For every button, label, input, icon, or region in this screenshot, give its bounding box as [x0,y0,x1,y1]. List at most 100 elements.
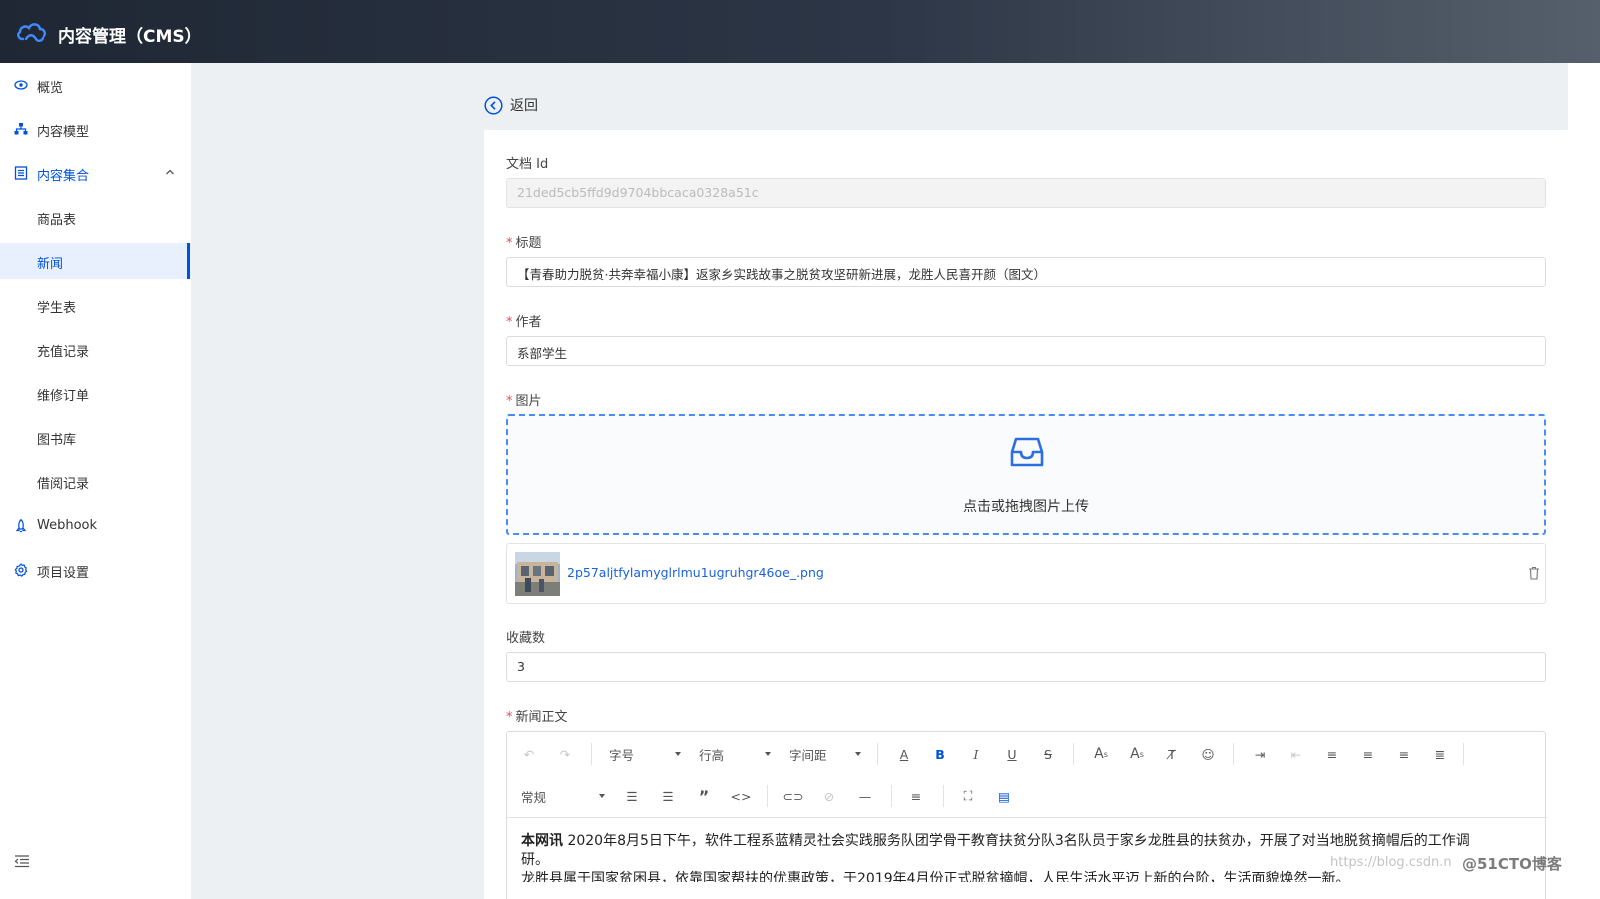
sidebar-item-webhook[interactable]: Webhook [0,508,192,544]
toolbar-separator [877,743,878,765]
toolbar-separator [891,785,892,807]
collapse-sidebar-icon[interactable] [14,854,30,868]
delete-icon[interactable] [1528,566,1540,580]
caret-down-icon [599,794,605,798]
sidebar-item-label: 概览 [37,81,64,96]
clear-format-icon[interactable]: T̸ [1163,744,1181,764]
back-label: 返回 [510,98,538,114]
rich-text-editor: ↶ ↷ 字号 行高 字间距 A B I U S As As T̸ ☺ ⇥ ⇤ ≡… [506,731,1547,899]
bold-icon[interactable]: B [931,744,949,764]
toolbar-separator [1073,743,1074,765]
sidebar-item-borrow-records[interactable]: 借阅记录 [0,463,192,499]
redo-icon[interactable]: ↷ [557,744,573,764]
undo-icon[interactable]: ↶ [521,744,537,764]
sidebar-item-label: 维修订单 [37,389,90,404]
sidebar-item-overview[interactable]: 概览 [0,67,192,103]
unlink-icon[interactable]: ⊘ [819,786,839,806]
list-icon [14,166,28,180]
app-title: 内容管理（CMS） [58,27,202,47]
font-color-icon[interactable]: A [895,744,913,764]
toolbar-separator [943,785,944,807]
align-left-icon[interactable]: ≡ [1323,744,1341,764]
sidebar-item-repair-orders[interactable]: 维修订单 [0,375,192,411]
quote-icon[interactable]: ” [695,786,713,806]
back-button[interactable]: 返回 [484,95,538,115]
sidebar-item-news[interactable]: 新闻 [0,243,192,279]
link-icon[interactable]: ⊂⊃ [783,786,804,806]
gear-icon [14,563,28,577]
bullet-list-icon[interactable]: ☰ [623,786,641,806]
sidebar-item-recharge[interactable]: 充值记录 [0,331,192,367]
sidebar-item-label: 学生表 [37,301,77,316]
sidebar-item-label: Webhook [37,518,98,533]
letter-spacing-dropdown[interactable]: 字间距 [789,744,861,764]
favorites-label: 收藏数 [506,631,546,646]
body-label: * 新闻正文 [506,710,568,725]
superscript-icon[interactable]: As [1091,744,1111,764]
underline-icon[interactable]: U [1003,744,1021,764]
uploaded-file-row: 2p57aljtfylamyglrlmu1ugruhgr46oe_.png [506,543,1546,604]
cloud-logo-icon [17,23,46,42]
html-view-icon[interactable]: ▤ [995,786,1013,806]
top-bar: 内容管理（CMS） [0,0,1600,63]
emoji-icon[interactable]: ☺ [1199,744,1217,764]
image-upload-dropzone[interactable]: 点击或拖拽图片上传 [506,414,1546,535]
article-paragraph-2: 龙胜县属于国家贫困县，依靠国家帮扶的优惠政策，于2019年4月份正式脱贫摘帽，人… [521,871,1350,882]
caret-down-icon [675,752,681,756]
sidebar-item-label: 商品表 [37,213,77,228]
text-wrap-icon[interactable]: ≡ [907,786,925,806]
toolbar-separator [591,743,592,765]
subscript-icon[interactable]: As [1127,744,1147,764]
sidebar-item-project-settings[interactable]: 项目设置 [0,552,192,588]
indent-icon[interactable]: ⇥ [1251,744,1269,764]
doc-id-label: 文档 Id [506,157,549,172]
align-right-icon[interactable]: ≡ [1395,744,1413,764]
title-field[interactable]: 【青春助力脱贫·共奔幸福小康】返家乡实践故事之脱贫攻坚研新进展，龙胜人民喜开颜（… [506,257,1546,287]
watermark-url: https://blog.csdn.n [1330,855,1452,870]
rocket-icon [15,519,27,533]
required-mark: * [506,710,513,725]
favorites-field[interactable]: 3 [506,652,1546,682]
sidebar-item-content-collection[interactable]: 内容集合 [0,155,192,191]
editor-toolbar-row-2: 常规 ☰ ☰ ” <> ⊂⊃ ⊘ — ≡ ⛶ ▤ [507,774,1547,816]
doc-id-field: 21ded5cb5ffd9d9704bbcaca0328a51c [506,178,1546,208]
watermark-brand: @51CTO博客 [1462,855,1562,873]
image-thumbnail[interactable] [515,552,560,596]
chevron-up-icon[interactable] [164,166,176,178]
paragraph-style-dropdown[interactable]: 常规 [521,786,605,806]
author-field[interactable]: 系部学生 [506,336,1546,366]
sidebar-item-label: 借阅记录 [37,477,90,492]
title-label: * 标题 [506,236,542,251]
outdent-icon[interactable]: ⇤ [1287,744,1305,764]
code-icon[interactable]: <> [731,786,752,806]
align-justify-icon[interactable]: ≣ [1431,744,1449,764]
toolbar-separator [767,785,768,807]
sidebar: 概览 内容模型 内容集合 商品表 新闻 学生表 充值记录 维修订单 图书库 借阅… [0,63,192,899]
fullscreen-icon[interactable]: ⛶ [959,786,977,806]
required-mark: * [506,315,513,330]
align-center-icon[interactable]: ≡ [1359,744,1377,764]
uploaded-file-name[interactable]: 2p57aljtfylamyglrlmu1ugruhgr46oe_.png [567,565,824,580]
toolbar-divider [507,817,1547,818]
sidebar-item-students[interactable]: 学生表 [0,287,192,323]
article-paragraph-1: 2020年8月5日下午，软件工程系蓝精灵社会实践服务队团学骨干教育扶贫分队3名队… [563,833,1470,849]
caret-down-icon [765,752,771,756]
line-height-dropdown[interactable]: 行高 [699,744,771,764]
sidebar-item-content-model[interactable]: 内容模型 [0,111,192,147]
sidebar-item-library[interactable]: 图书库 [0,419,192,455]
required-mark: * [506,236,513,251]
sidebar-item-label: 图书库 [37,433,77,448]
sidebar-item-products[interactable]: 商品表 [0,199,192,235]
upload-hint: 点击或拖拽图片上传 [963,499,1089,515]
right-gutter [1568,63,1600,899]
font-size-dropdown[interactable]: 字号 [609,744,681,764]
sidebar-item-label: 内容模型 [37,125,90,140]
horizontal-rule-icon[interactable]: — [855,786,875,806]
toolbar-separator [1463,743,1464,765]
numbered-list-icon[interactable]: ☰ [659,786,677,806]
editor-toolbar-row-1: ↶ ↷ 字号 行高 字间距 A B I U S As As T̸ ☺ ⇥ ⇤ ≡… [507,732,1547,774]
strikethrough-icon[interactable]: S [1039,744,1057,764]
back-circle-icon [484,95,503,115]
italic-icon[interactable]: I [967,744,985,764]
required-mark: * [506,394,513,409]
